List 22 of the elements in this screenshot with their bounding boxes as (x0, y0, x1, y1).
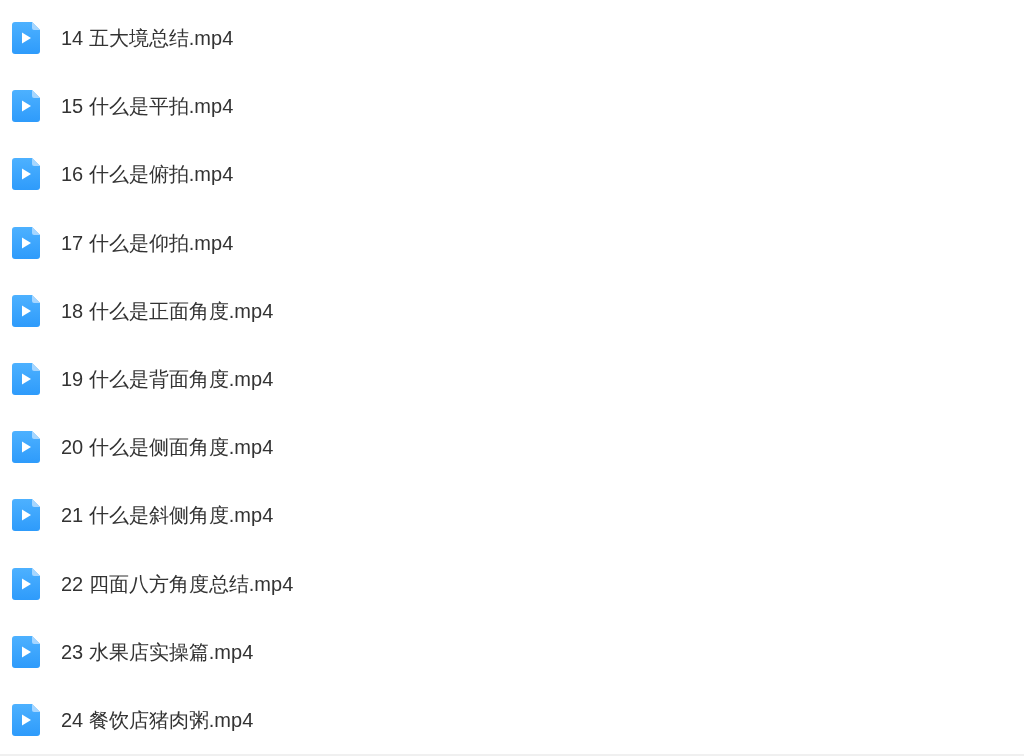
video-file-icon (12, 90, 40, 123)
video-file-icon (12, 703, 40, 736)
video-file-icon (12, 363, 40, 396)
video-file-icon (12, 567, 40, 600)
video-file-icon (12, 431, 40, 464)
file-name[interactable]: 14 五大境总结.mp4 (61, 25, 234, 52)
file-name[interactable]: 16 什么是俯拍.mp4 (61, 161, 234, 188)
video-file-icon (12, 635, 40, 668)
file-name[interactable]: 15 什么是平拍.mp4 (61, 93, 234, 120)
file-name[interactable]: 20 什么是侧面角度.mp4 (61, 434, 274, 461)
file-name[interactable]: 18 什么是正面角度.mp4 (61, 297, 274, 324)
file-name[interactable]: 24 餐饮店猪肉粥.mp4 (61, 706, 254, 733)
file-name[interactable]: 22 四面八方角度总结.mp4 (61, 570, 294, 597)
video-file-icon (12, 22, 40, 55)
video-file-icon (12, 499, 40, 532)
video-file-icon (12, 294, 40, 327)
file-name[interactable]: 19 什么是背面角度.mp4 (61, 366, 274, 393)
file-name[interactable]: 17 什么是仰拍.mp4 (61, 229, 234, 256)
video-file-icon (12, 158, 40, 191)
file-name[interactable]: 21 什么是斜侧角度.mp4 (61, 502, 274, 529)
file-name[interactable]: 23 水果店实操篇.mp4 (61, 638, 254, 665)
video-file-icon (12, 226, 40, 259)
